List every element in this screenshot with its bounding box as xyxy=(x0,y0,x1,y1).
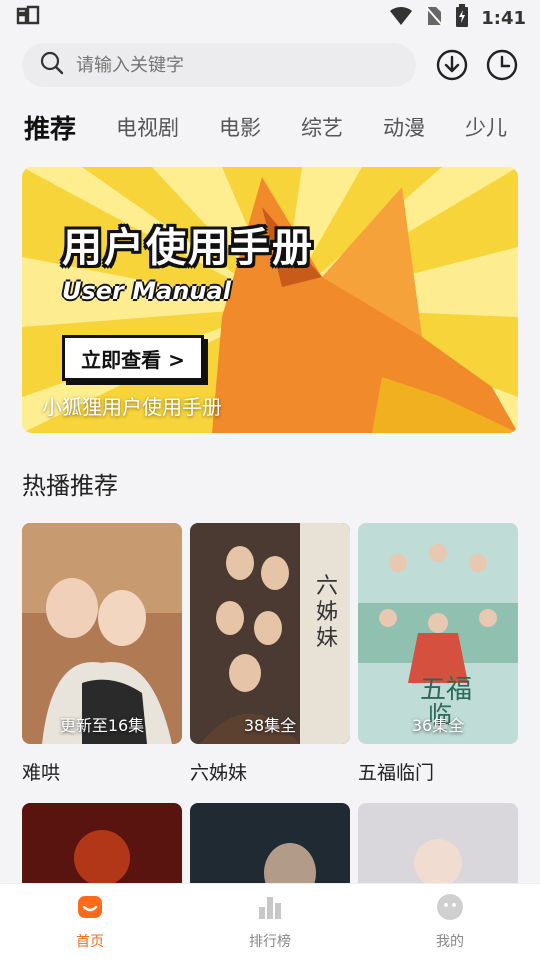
show-poster: 五福 临 36集全 xyxy=(358,523,518,744)
show-card[interactable] xyxy=(190,803,350,883)
wifi-icon xyxy=(389,6,413,30)
show-title: 六姊妹 xyxy=(190,762,248,784)
download-icon[interactable] xyxy=(436,49,468,81)
tab-tv-series[interactable]: 电视剧 xyxy=(116,112,179,142)
hot-recommend-grid: 更新至16集 难哄 六 姊 妹 38集全 六姊妹 五福 临 36集全 五福临门 xyxy=(22,523,518,790)
search-input[interactable] xyxy=(76,54,376,76)
status-time: 1:41 xyxy=(481,7,526,29)
svg-text:妹: 妹 xyxy=(316,626,338,651)
search-bar[interactable] xyxy=(22,43,416,87)
svg-text:姊: 姊 xyxy=(316,600,338,625)
show-poster: 更新至16集 xyxy=(22,523,182,744)
show-poster xyxy=(358,803,518,883)
tab-variety[interactable]: 综艺 xyxy=(301,112,343,142)
tab-recommended[interactable]: 推荐 xyxy=(24,109,76,146)
hot-recommend-grid-row2 xyxy=(22,803,518,883)
view-now-button[interactable]: 立即查看 > xyxy=(62,335,204,381)
tab-kids[interactable]: 少儿 xyxy=(465,112,507,142)
show-card[interactable]: 六 姊 妹 38集全 六姊妹 xyxy=(190,523,350,790)
nav-ranking-label: 排行榜 xyxy=(249,934,291,950)
show-poster xyxy=(22,803,182,883)
no-sim-icon xyxy=(425,5,443,31)
home-icon xyxy=(76,893,104,925)
nav-home[interactable]: 首页 xyxy=(0,884,180,960)
nav-ranking[interactable]: 排行榜 xyxy=(180,884,360,960)
battery-icon xyxy=(455,4,469,32)
show-title: 难哄 xyxy=(22,762,61,784)
nav-home-label: 首页 xyxy=(76,934,104,950)
show-card[interactable]: 五福 临 36集全 五福临门 xyxy=(358,523,518,790)
section-title: 热播推荐 xyxy=(22,472,118,500)
show-title: 五福临门 xyxy=(358,762,435,784)
bug-logo-icon xyxy=(14,3,42,33)
show-poster xyxy=(190,803,350,883)
tab-anime[interactable]: 动漫 xyxy=(383,112,425,142)
category-tabs: 推荐 电视剧 电影 综艺 动漫 少儿 xyxy=(0,104,540,150)
show-poster: 六 姊 妹 38集全 xyxy=(190,523,350,744)
search-icon xyxy=(40,51,64,79)
episode-badge: 38集全 xyxy=(243,716,297,735)
status-bar: 1:41 xyxy=(0,0,540,36)
top-bar xyxy=(0,40,540,90)
tab-movies[interactable]: 电影 xyxy=(219,112,261,142)
profile-icon xyxy=(436,893,464,925)
episode-badge: 更新至16集 xyxy=(59,716,145,735)
show-card[interactable] xyxy=(358,803,518,883)
show-card[interactable] xyxy=(22,803,182,883)
svg-text:六: 六 xyxy=(316,574,338,599)
nav-profile[interactable]: 我的 xyxy=(360,884,540,960)
nav-profile-label: 我的 xyxy=(436,934,464,950)
show-card[interactable]: 更新至16集 难哄 xyxy=(22,523,182,790)
banner-caption: 小狐狸用户使用手册 xyxy=(42,395,222,419)
user-manual-banner[interactable]: 用户使用手册 User Manual 立即查看 > 小狐狸用户使用手册 xyxy=(22,167,518,433)
episode-badge: 36集全 xyxy=(411,716,465,735)
banner-subtitle: User Manual xyxy=(62,277,231,305)
history-icon[interactable] xyxy=(486,49,518,81)
banner-title: 用户使用手册 xyxy=(62,225,314,271)
bottom-navigation: 首页 排行榜 我的 xyxy=(0,883,540,960)
ranking-icon xyxy=(256,893,284,925)
